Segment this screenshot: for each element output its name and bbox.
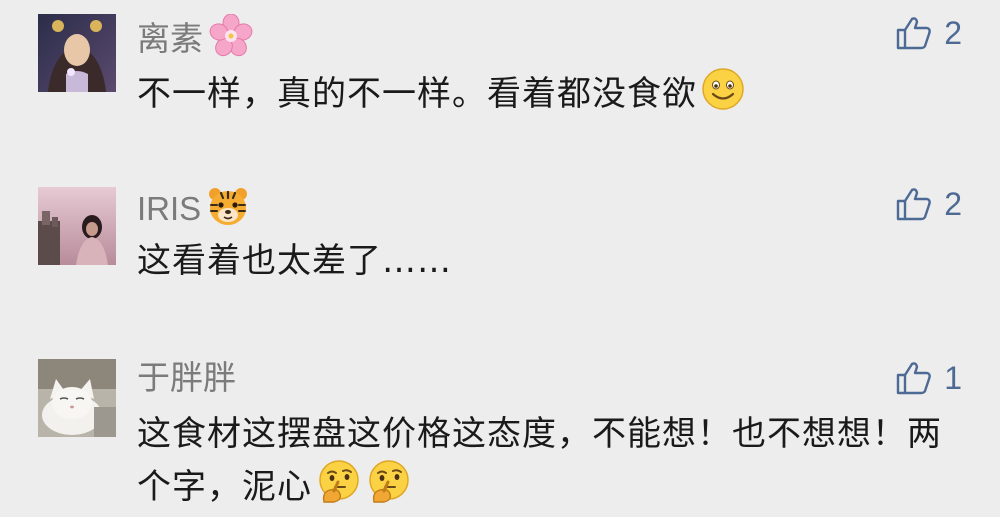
comment-text-content: 这食材这摆盘这价格这态度，不能想！也不想想！两个字，泥心 bbox=[137, 414, 942, 507]
avatar[interactable] bbox=[38, 359, 116, 437]
like-button[interactable]: 2 bbox=[896, 184, 962, 224]
cherry-blossom-icon bbox=[209, 13, 253, 67]
thumbs-up-icon bbox=[897, 362, 932, 395]
comment-text-content: 不一样，真的不一样。看着都没食欲 bbox=[137, 74, 697, 114]
thinking-face-icon bbox=[366, 458, 412, 517]
avatar[interactable] bbox=[38, 14, 116, 92]
like-button[interactable]: 1 bbox=[896, 358, 962, 398]
username[interactable]: 于胖胖 bbox=[137, 358, 236, 398]
like-button[interactable]: 2 bbox=[896, 13, 962, 53]
username[interactable]: IRIS bbox=[137, 185, 249, 236]
comment-text: 不一样，真的不一样。看着都没食欲 bbox=[137, 67, 967, 124]
like-count: 2 bbox=[944, 14, 962, 51]
avatar[interactable] bbox=[38, 187, 116, 265]
comment-text: 这看着也太差了…… bbox=[137, 238, 967, 285]
username-text: 离素 bbox=[137, 19, 203, 58]
thumbs-up-icon bbox=[897, 188, 932, 221]
thinking-face-icon bbox=[316, 458, 362, 517]
username-text: 于胖胖 bbox=[137, 358, 236, 397]
like-count: 2 bbox=[944, 185, 962, 222]
comment-text-content: 这看着也太差了…… bbox=[137, 241, 452, 281]
username[interactable]: 离素 bbox=[137, 13, 253, 67]
comment-text: 这食材这摆盘这价格这态度，不能想！也不想想！两个字，泥心 bbox=[137, 411, 957, 517]
smiling-face-icon bbox=[701, 67, 745, 124]
tiger-face-icon bbox=[207, 185, 249, 236]
thumbs-up-icon bbox=[897, 17, 932, 50]
username-text: IRIS bbox=[137, 190, 202, 227]
like-count: 1 bbox=[944, 359, 962, 396]
